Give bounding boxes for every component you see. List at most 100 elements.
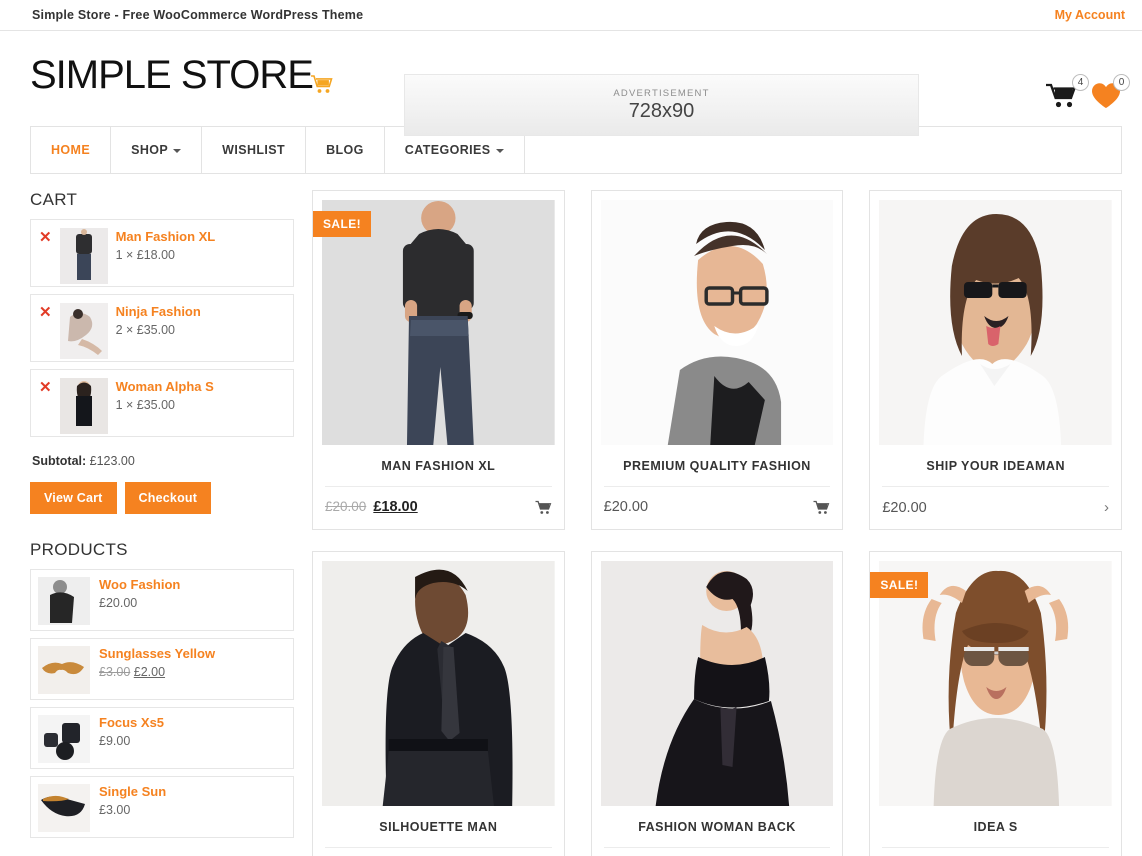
- advertisement-label: ADVERTISEMENT: [613, 87, 710, 99]
- product-name[interactable]: Focus Xs5: [99, 715, 164, 730]
- product-image[interactable]: [600, 200, 834, 445]
- cart-item-name[interactable]: Man Fashion XL: [116, 229, 216, 244]
- cart-item-name[interactable]: Ninja Fashion: [116, 304, 201, 319]
- product-list-item[interactable]: Sunglasses Yellow £3.00 £2.00: [30, 638, 294, 700]
- subtotal-value: £123.00: [89, 454, 135, 468]
- product-price: £20.00 £18.00: [325, 499, 418, 515]
- product-list-item[interactable]: Woo Fashion £20.00: [30, 569, 294, 631]
- product-new-price: £2.00: [133, 665, 166, 679]
- product-grid: SALE! MAN FASHION XL £20.00 £18.00 PREMI…: [312, 190, 1123, 856]
- my-account-link[interactable]: My Account: [1055, 8, 1125, 22]
- product-card[interactable]: SHIP YOUR IDEAMAN £20.00 ›: [869, 190, 1123, 530]
- nav-label: SHOP: [131, 143, 169, 157]
- cart-item-qty: 2 × £35.00: [115, 323, 176, 337]
- cart-item-name[interactable]: Woman Alpha S: [116, 379, 214, 394]
- cart-list-item[interactable]: ✕ Ninja Fashion 2 × £35.00: [30, 294, 294, 362]
- product-name[interactable]: Woo Fashion: [99, 577, 180, 592]
- product-card[interactable]: PREMIUM QUALITY FASHION £20.00: [590, 190, 844, 530]
- product-card[interactable]: SALE!: [312, 190, 565, 530]
- nav-item-blog[interactable]: BLOG: [306, 127, 385, 173]
- product-title[interactable]: MAN FASHION XL: [313, 445, 564, 486]
- sidebar: CART ✕ Man Fashion XL 1 × £18.00 ✕ Ninja…: [30, 190, 294, 856]
- wishlist-count-badge: 0: [1113, 74, 1130, 91]
- product-thumbnail: [38, 784, 90, 832]
- product-thumbnail: [38, 577, 90, 625]
- product-list-item[interactable]: Focus Xs5 £9.00: [30, 707, 294, 769]
- product-footer: £35.00 £30.00–£35.00 ›: [882, 847, 1110, 856]
- product-image[interactable]: [322, 561, 555, 806]
- nav-item-shop[interactable]: SHOP: [111, 127, 203, 173]
- product-thumbnail: [38, 646, 90, 694]
- product-name[interactable]: Sunglasses Yellow: [99, 646, 215, 661]
- product-card[interactable]: SILHOUETTE MAN £20.00: [312, 551, 565, 856]
- remove-item-icon[interactable]: ✕: [39, 228, 52, 245]
- chevron-down-icon: [173, 149, 182, 153]
- top-bar: Simple Store - Free WooCommerce WordPres…: [0, 0, 1142, 31]
- product-footer: £20.00: [325, 847, 552, 856]
- select-options-chevron-icon[interactable]: ›: [1104, 499, 1109, 516]
- product-title[interactable]: SILHOUETTE MAN: [313, 806, 564, 847]
- products-widget-title: PRODUCTS: [30, 540, 128, 559]
- product-title[interactable]: SHIP YOUR IDEAMAN: [870, 445, 1121, 486]
- cart-item-thumbnail: [59, 303, 108, 359]
- product-new-price: £18.00: [373, 499, 418, 515]
- cart-button[interactable]: 4: [1045, 74, 1089, 116]
- nav-item-home[interactable]: HOME: [31, 127, 112, 173]
- advertisement-size: 728x90: [628, 99, 695, 122]
- view-cart-button[interactable]: View Cart: [30, 482, 117, 514]
- product-footer: £20.00: [603, 486, 831, 528]
- product-title[interactable]: PREMIUM QUALITY FASHION: [592, 445, 843, 486]
- product-footer: £20.00 ›: [882, 486, 1110, 529]
- store-page: Simple Store - Free WooCommerce WordPres…: [0, 0, 1142, 856]
- cart-item-qty: 1 × £35.00: [115, 398, 176, 412]
- product-old-price: £20.00: [325, 499, 367, 514]
- sale-badge: SALE!: [313, 211, 371, 237]
- product-card[interactable]: FASHION WOMAN BACK £18.00: [590, 551, 844, 856]
- nav-item-wishlist[interactable]: WISHLIST: [202, 127, 307, 173]
- cart-actions: View Cart Checkout: [30, 482, 294, 514]
- nav-label: BLOG: [326, 143, 364, 157]
- product-title[interactable]: IDEA S: [870, 806, 1121, 847]
- add-to-cart-icon[interactable]: [535, 500, 552, 515]
- cart-item-qty: 1 × £18.00: [115, 248, 176, 262]
- product-image[interactable]: [600, 561, 834, 806]
- product-price: £20.00: [99, 596, 138, 610]
- product-old-price: £3.00: [99, 665, 131, 679]
- product-row: SILHOUETTE MAN £20.00: [312, 551, 1123, 856]
- product-image[interactable]: [879, 200, 1113, 445]
- subtotal-label: Subtotal:: [32, 454, 87, 468]
- page-content: CART ✕ Man Fashion XL 1 × £18.00 ✕ Ninja…: [0, 190, 1142, 856]
- product-price: £9.00: [99, 734, 131, 748]
- chevron-down-icon: [495, 149, 504, 153]
- sale-badge: SALE!: [870, 572, 929, 598]
- wishlist-button[interactable]: 0: [1090, 74, 1130, 116]
- nav-label: CATEGORIES: [404, 143, 491, 157]
- product-price: £20.00: [603, 499, 649, 515]
- cart-item-thumbnail: [59, 228, 108, 284]
- nav-label: WISHLIST: [222, 143, 286, 157]
- shopping-cart-icon: [309, 72, 335, 101]
- site-logo[interactable]: SIMPLE STORE: [30, 55, 335, 95]
- cart-list-item[interactable]: ✕ Woman Alpha S 1 × £35.00: [30, 369, 294, 437]
- remove-item-icon[interactable]: ✕: [39, 303, 52, 320]
- product-title[interactable]: FASHION WOMAN BACK: [592, 806, 843, 847]
- advertisement-banner[interactable]: ADVERTISEMENT 728x90: [404, 74, 919, 136]
- product-price: £3.00 £2.00: [99, 665, 215, 679]
- product-list-item[interactable]: Single Sun £3.00: [30, 776, 294, 838]
- product-card[interactable]: SALE!: [869, 551, 1123, 856]
- cart-subtotal: Subtotal: £123.00: [32, 454, 294, 468]
- product-row: SALE! MAN FASHION XL £20.00 £18.00 PREMI…: [312, 190, 1123, 530]
- cart-widget-title: CART: [30, 190, 78, 209]
- nav-label: HOME: [51, 143, 91, 157]
- logo-text: SIMPLE STORE: [30, 53, 314, 97]
- product-thumbnail: [38, 715, 90, 763]
- product-price: £3.00: [99, 803, 131, 817]
- header-icons: 4 0: [1045, 74, 1130, 116]
- add-to-cart-icon[interactable]: [813, 500, 830, 515]
- product-name[interactable]: Single Sun: [99, 784, 166, 799]
- site-header: SIMPLE STORE ADVERTISEMENT 728x90 4 0: [0, 31, 1142, 136]
- checkout-button[interactable]: Checkout: [124, 482, 212, 514]
- remove-item-icon[interactable]: ✕: [39, 378, 52, 395]
- cart-list-item[interactable]: ✕ Man Fashion XL 1 × £18.00: [30, 219, 294, 287]
- cart-count-badge: 4: [1072, 74, 1089, 91]
